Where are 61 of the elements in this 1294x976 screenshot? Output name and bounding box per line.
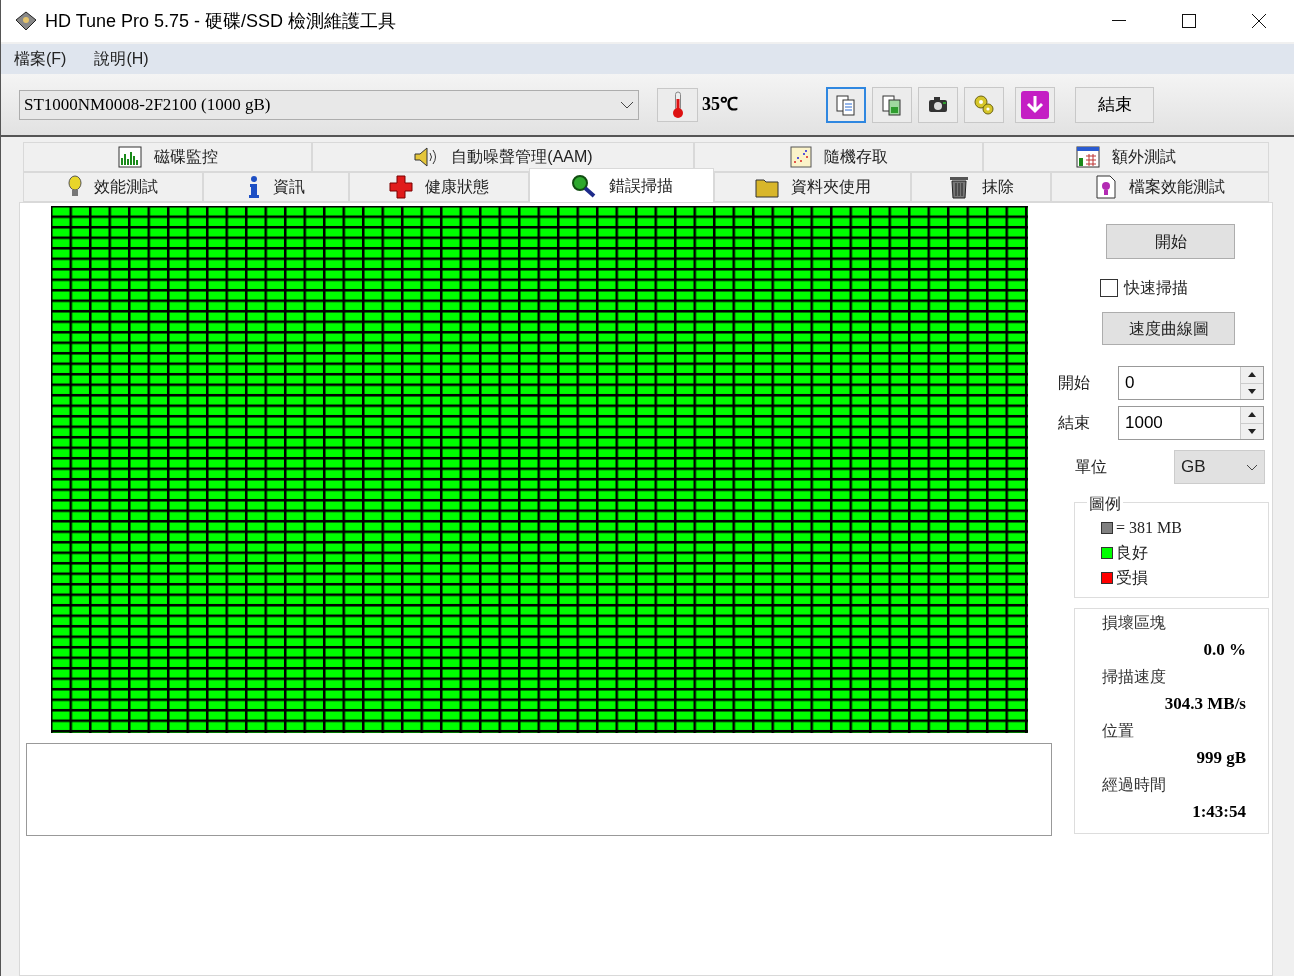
stat-value: 304.3 MB/s	[1164, 693, 1246, 715]
stat-label: 經過時間	[1102, 775, 1167, 795]
quick-scan-checkbox[interactable]: 快速掃描	[1100, 276, 1272, 300]
chevron-down-icon	[1246, 463, 1258, 471]
gears-icon	[972, 92, 996, 117]
unit-dropdown[interactable]: GB	[1174, 450, 1265, 484]
stat-value: 0.0 %	[1203, 639, 1246, 661]
legend-label: 良好	[1116, 542, 1148, 563]
start-button[interactable]: 開始	[1106, 224, 1235, 259]
bar-chart-icon	[117, 146, 142, 168]
spin-up-icon[interactable]	[1241, 367, 1263, 383]
tab[interactable]: 額外測試	[983, 142, 1269, 172]
trash-icon	[948, 175, 970, 199]
tab[interactable]: 檔案效能測試	[1051, 172, 1269, 202]
cross-icon	[389, 175, 413, 199]
minimize-icon	[1112, 20, 1126, 22]
tab[interactable]: 錯誤掃描	[529, 168, 714, 202]
range-label: 結束	[1057, 413, 1091, 433]
tab[interactable]: 效能測試	[23, 172, 203, 202]
tab[interactable]: 抹除	[911, 172, 1051, 202]
toolbar-button[interactable]	[1015, 86, 1055, 123]
stat-label: 掃描速度	[1102, 667, 1167, 687]
stat-label: 位置	[1102, 721, 1135, 741]
tab[interactable]: 健康狀態	[349, 172, 529, 202]
file-icon	[1095, 175, 1117, 199]
stat-value: 1:43:54	[1192, 801, 1246, 823]
folder-icon	[754, 176, 779, 198]
tab[interactable]: 資訊	[203, 172, 349, 202]
thermometer-icon	[671, 90, 684, 119]
scatter-chart-icon	[789, 146, 812, 168]
tab[interactable]: 磁碟監控	[23, 142, 312, 172]
stat-value: 999 gB	[1196, 747, 1246, 769]
magnifier-icon	[570, 173, 597, 198]
drive-dropdown[interactable]: ST1000NM0008-2F2100 (1000 gB)	[19, 89, 639, 120]
toolbar-button[interactable]	[918, 86, 958, 123]
spin-field[interactable]: 1000	[1118, 406, 1264, 440]
chart-window-icon	[1076, 146, 1100, 168]
lightbulb-icon	[68, 175, 82, 199]
legend-label: 受損	[1116, 567, 1148, 588]
tab[interactable]: 隨機存取	[694, 142, 983, 172]
menu-item[interactable]: 說明(H)	[94, 47, 149, 71]
close-icon	[1252, 14, 1266, 28]
speed-chart-button[interactable]: 速度曲線圖	[1102, 312, 1235, 345]
temperature-button[interactable]	[657, 87, 698, 122]
spin-up-icon[interactable]	[1241, 407, 1263, 423]
info-icon	[247, 175, 261, 199]
unit-label: 單位	[1075, 457, 1108, 477]
stat-label: 損壞區塊	[1102, 613, 1167, 633]
tab[interactable]: 資料夾使用	[714, 172, 911, 202]
temperature-reading: 35℃	[702, 93, 738, 116]
range-label: 開始	[1057, 373, 1091, 393]
copy-document-icon	[834, 92, 858, 117]
maximize-icon	[1182, 14, 1196, 28]
window-title: HD Tune Pro 5.75 - 硬碟/SSD 檢測維護工具	[45, 9, 397, 33]
menu-item[interactable]: 檔案(F)	[14, 47, 67, 71]
copy-picture-icon	[880, 92, 904, 117]
exit-button[interactable]: 結束	[1075, 86, 1154, 123]
legend-label: = 381 MB	[1116, 517, 1182, 538]
tab[interactable]: 自動噪聲管理(AAM)	[312, 142, 694, 172]
chevron-down-icon	[620, 100, 634, 109]
spin-field[interactable]: 0	[1118, 366, 1264, 400]
